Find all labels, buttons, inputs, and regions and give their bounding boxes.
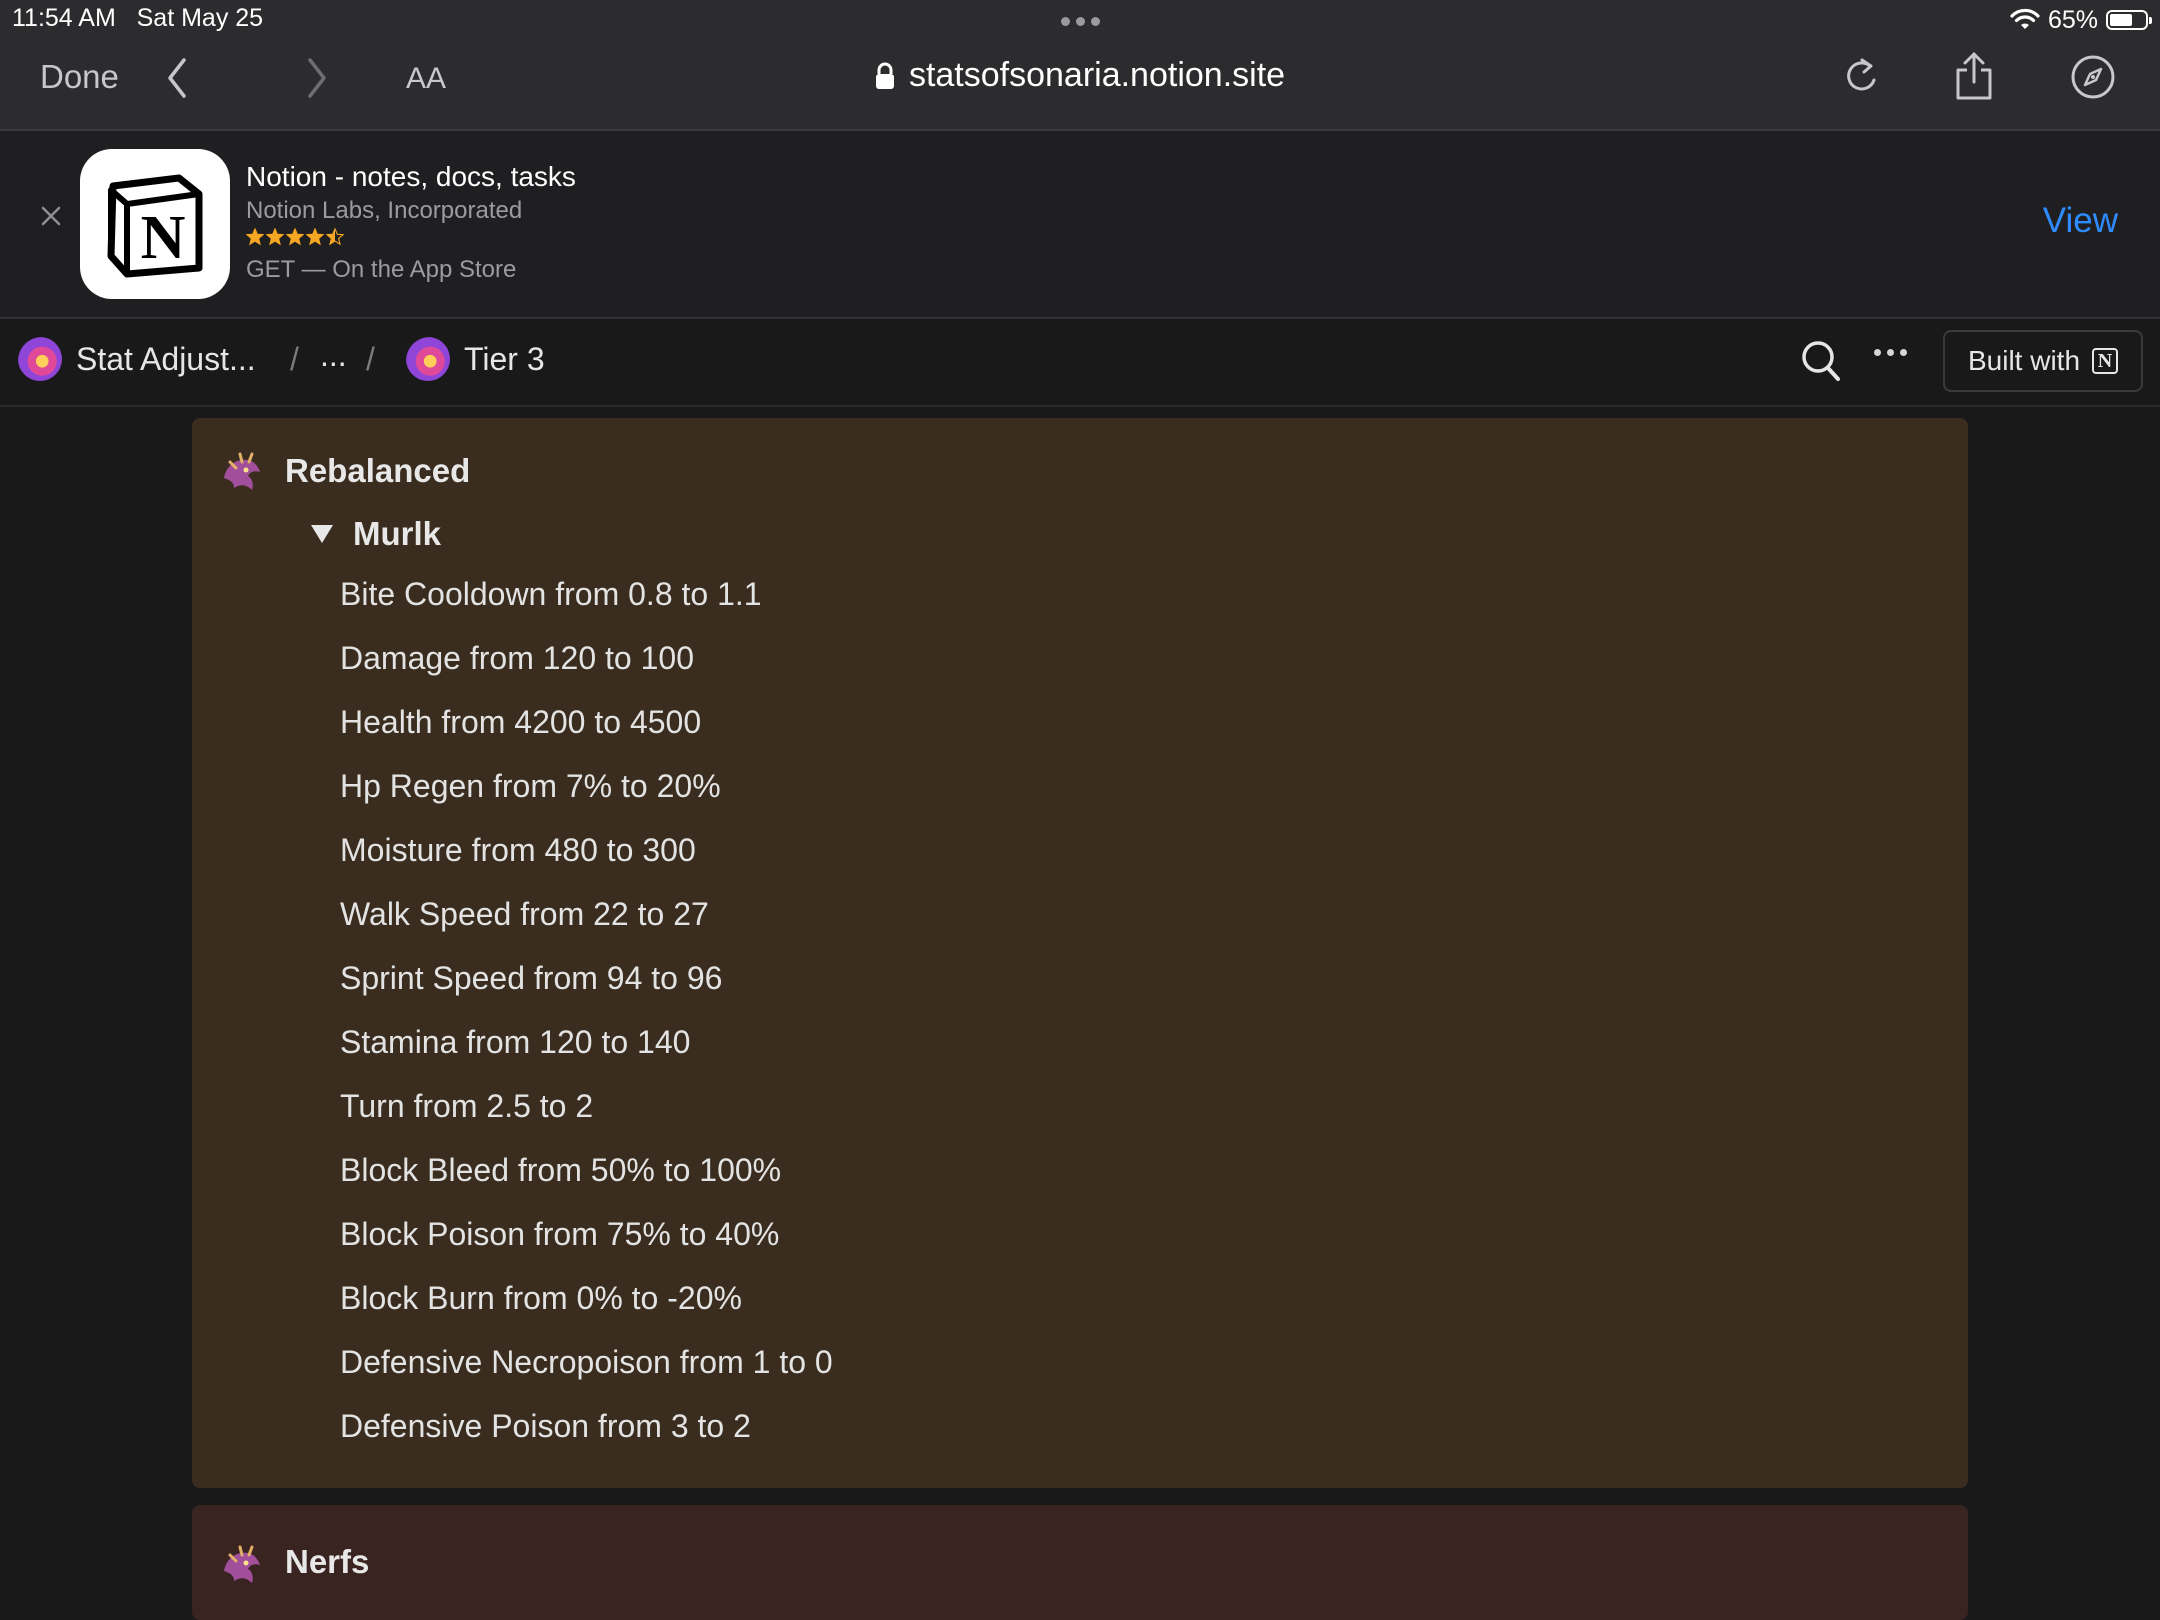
stat-change-item: Damage from 120 to 100: [340, 640, 694, 676]
view-button[interactable]: View: [2043, 201, 2118, 241]
lock-icon: [875, 62, 894, 89]
stat-change-item: Stamina from 120 to 140: [340, 1024, 691, 1060]
status-date: Sat May 25: [136, 4, 264, 32]
status-time-text: 11:54 AM: [12, 4, 116, 32]
reload-icon[interactable]: [1842, 54, 1882, 98]
more-options-icon[interactable]: [1874, 349, 1907, 356]
svg-text:N: N: [141, 204, 186, 272]
stat-change-item: Turn from 2.5 to 2: [340, 1088, 594, 1124]
star-icon: [266, 228, 284, 246]
stat-change-item: Health from 4200 to 4500: [340, 704, 702, 740]
stat-change-item: Block Bleed from 50% to 100%: [340, 1152, 782, 1188]
page-icon: [18, 337, 62, 381]
app-name: Notion - notes, docs, tasks: [246, 161, 576, 192]
star-icon: [306, 228, 324, 246]
built-with-label: Built with: [1967, 345, 2081, 376]
breadcrumb-item-stat-adjust[interactable]: Stat Adjust...: [18, 337, 256, 381]
breadcrumb-separator: /: [366, 341, 375, 377]
toggle-arrow-icon[interactable]: [311, 525, 333, 543]
battery-icon: [2106, 10, 2152, 30]
creature-emoji-icon: [224, 1545, 260, 1583]
creature-emoji-icon: [224, 452, 260, 490]
notion-logo-icon: N: [2092, 348, 2119, 374]
breadcrumb-separator: /: [290, 341, 299, 377]
page-icon: [406, 337, 450, 381]
stat-change-item: Block Burn from 0% to -20%: [340, 1280, 742, 1316]
rating-stars: [246, 228, 344, 246]
notion-app-icon: N: [80, 149, 230, 299]
callout-rebalanced: Rebalanced Murlk Bite Cooldown from 0.8 …: [192, 418, 1968, 1488]
stat-change-item: Defensive Necropoison from 1 to 0: [340, 1344, 833, 1380]
stat-change-item: Walk Speed from 22 to 27: [340, 896, 709, 932]
text-size-button[interactable]: AA: [406, 62, 446, 96]
callout-title: Rebalanced: [285, 452, 471, 489]
stat-change-list: Bite Cooldown from 0.8 to 1.1 Damage from…: [340, 573, 833, 1469]
app-get-text: GET — On the App Store: [246, 256, 517, 283]
status-time: 11:54 AM Sat May 25: [12, 4, 263, 33]
compass-icon[interactable]: [2070, 54, 2116, 100]
stat-change-item: Moisture from 480 to 300: [340, 832, 696, 868]
app-developer: Notion Labs, Incorporated: [246, 197, 523, 224]
search-icon[interactable]: [1800, 339, 1842, 383]
stat-change-item: Hp Regen from 7% to 20%: [340, 768, 721, 804]
toggle-label: Murlk: [353, 515, 442, 552]
share-icon[interactable]: [1952, 50, 1996, 102]
stat-change-item: Block Poison from 75% to 40%: [340, 1216, 780, 1252]
breadcrumb-label: ...: [320, 337, 347, 373]
status-indicators: 65%: [2010, 4, 2152, 36]
done-button[interactable]: Done: [40, 58, 119, 96]
breadcrumb-label: Stat Adjust...: [76, 340, 256, 377]
star-icon: [246, 228, 264, 246]
close-icon[interactable]: [38, 203, 64, 229]
stat-change-item: Sprint Speed from 94 to 96: [340, 960, 723, 996]
star-icon: [326, 228, 344, 246]
callout-title: Nerfs: [285, 1543, 370, 1580]
breadcrumb-item-ellipsis[interactable]: ...: [320, 337, 347, 374]
breadcrumb-item-tier-3[interactable]: Tier 3: [406, 337, 545, 381]
toggle-murlk[interactable]: Murlk: [295, 515, 441, 553]
breadcrumb-label: Tier 3: [464, 340, 545, 377]
browser-chrome: 11:54 AM Sat May 25 65% Done AA statsofs…: [0, 0, 2160, 131]
forward-icon[interactable]: [304, 56, 330, 100]
multitasking-dots-icon[interactable]: [1056, 12, 1104, 30]
stat-change-item: Defensive Poison from 3 to 2: [340, 1408, 751, 1444]
text-size-label: AA: [406, 62, 447, 95]
app-store-banner: N Notion - notes, docs, tasks Notion Lab…: [0, 131, 2160, 319]
star-icon: [286, 228, 304, 246]
built-with-notion-button[interactable]: Built with N: [1943, 330, 2143, 392]
url-field[interactable]: statsofsonaria.notion.site: [909, 56, 1285, 95]
notion-topbar: Stat Adjust... / ... / Tier 3 Built with…: [0, 319, 2160, 407]
callout-nerfs: Nerfs: [192, 1505, 1968, 1620]
stat-change-item: Bite Cooldown from 0.8 to 1.1: [340, 576, 762, 612]
battery-percent: 65%: [2047, 5, 2098, 34]
notion-logo-icon: N: [107, 174, 203, 278]
back-icon[interactable]: [164, 56, 190, 100]
wifi-icon: [2010, 8, 2040, 29]
